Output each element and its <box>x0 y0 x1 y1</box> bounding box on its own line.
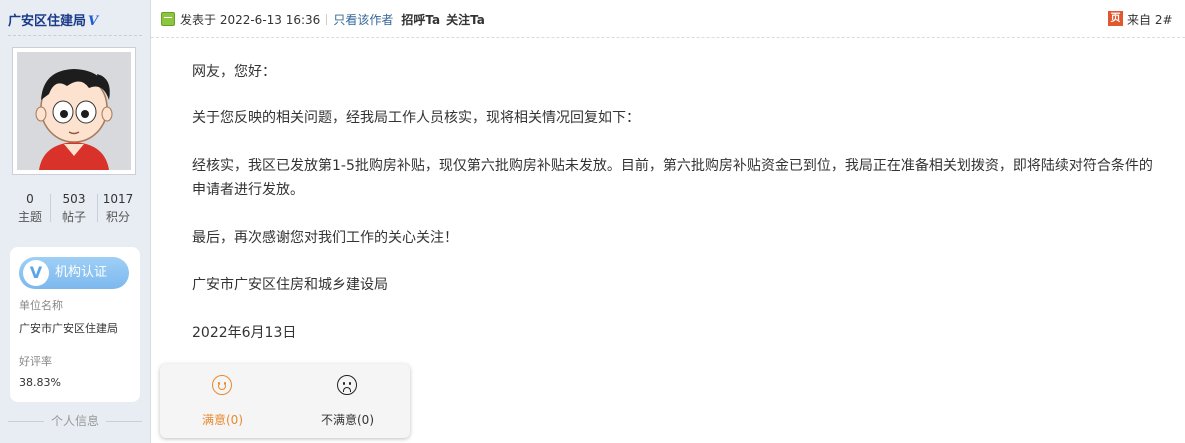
floor-number[interactable]: 来自 2# <box>1127 11 1173 28</box>
positive-rating-value: 38.83% <box>19 376 61 389</box>
sidebar-divider <box>8 35 142 36</box>
satisfied-button[interactable]: 满意(0) <box>160 364 285 438</box>
positive-rating-label: 好评率 <box>19 355 52 368</box>
unit-name-label: 单位名称 <box>19 299 63 312</box>
stat-topics-label[interactable]: 主题 <box>5 208 55 226</box>
avatar-illustration <box>17 52 131 170</box>
post-time: 发表于 2022-6-13 16:36 <box>180 13 321 27</box>
personal-info-rule <box>106 421 142 422</box>
source-icon[interactable]: 页 <box>1108 11 1123 26</box>
stat-credits-value[interactable]: 1017 <box>93 190 143 208</box>
stat-posts[interactable]: 503 帖子 <box>49 190 99 226</box>
post-signature-org: 广安市广安区住房和城乡建设局 <box>192 277 388 293</box>
greet-link[interactable]: 招呼Ta <box>401 13 440 27</box>
rating-card: 满意(0) 不满意(0) <box>160 364 410 438</box>
post-paragraph: 关于您反映的相关问题，经我局工作人员核实，现将相关情况回复如下： <box>192 110 640 126</box>
user-sidebar: 广安区住建局 V 0 主题 503 帖子 1017 积分 V 机构认证 单位名称… <box>0 0 151 443</box>
personal-info-label[interactable]: 个人信息 <box>51 412 99 429</box>
post-paragraph: 经核实，我区已发放第1-5批购房补贴，现仅第六批购房补贴未发放。目前，第六批购房… <box>192 158 1153 198</box>
username-text[interactable]: 广安区住建局 <box>8 14 86 29</box>
user-stats: 0 主题 503 帖子 1017 积分 <box>0 190 150 230</box>
stat-credits[interactable]: 1017 积分 <box>93 190 143 226</box>
only-author-link[interactable]: 只看该作者 <box>333 13 393 27</box>
satisfied-label[interactable]: 满意(0) <box>160 411 285 428</box>
certification-label: 机构认证 <box>55 265 108 280</box>
stat-topics-value[interactable]: 0 <box>5 190 55 208</box>
online-status-icon <box>161 12 175 26</box>
personal-info-rule <box>8 421 44 422</box>
username-link[interactable]: 广安区住建局 V <box>8 10 98 29</box>
personal-info-section[interactable]: 个人信息 <box>0 412 150 429</box>
certification-v-icon: V <box>23 260 49 286</box>
post-meta: 发表于 2022-6-13 16:36 只看该作者 招呼Ta 关注Ta <box>180 11 485 28</box>
stat-topics[interactable]: 0 主题 <box>5 190 55 226</box>
stat-credits-label[interactable]: 积分 <box>93 208 143 226</box>
stat-posts-value[interactable]: 503 <box>49 190 99 208</box>
avatar[interactable] <box>17 52 131 170</box>
meta-divider <box>326 14 328 25</box>
post-paragraph: 网友，您好： <box>192 64 276 80</box>
stat-posts-label[interactable]: 帖子 <box>49 208 99 226</box>
verified-icon: V <box>88 14 99 29</box>
post-paragraph: 最后，再次感谢您对我们工作的关心关注！ <box>192 230 458 246</box>
follow-link[interactable]: 关注Ta <box>446 13 485 27</box>
post-header: 发表于 2022-6-13 16:36 只看该作者 招呼Ta 关注Ta 页 来自 2# <box>151 0 1185 38</box>
unsatisfied-button[interactable]: 不满意(0) <box>285 364 410 438</box>
post-signature-date: 2022年6月13日 <box>192 325 297 341</box>
certification-card: V 机构认证 单位名称 广安市广安区住建局 好评率 38.83% <box>10 247 140 402</box>
unit-name-value: 广安市广安区住建局 <box>19 322 118 335</box>
certification-button[interactable]: V 机构认证 <box>19 257 129 289</box>
avatar-frame[interactable] <box>12 47 136 175</box>
unsatisfied-label[interactable]: 不满意(0) <box>285 411 410 428</box>
frown-icon[interactable] <box>337 375 357 395</box>
smile-icon[interactable] <box>212 375 232 395</box>
